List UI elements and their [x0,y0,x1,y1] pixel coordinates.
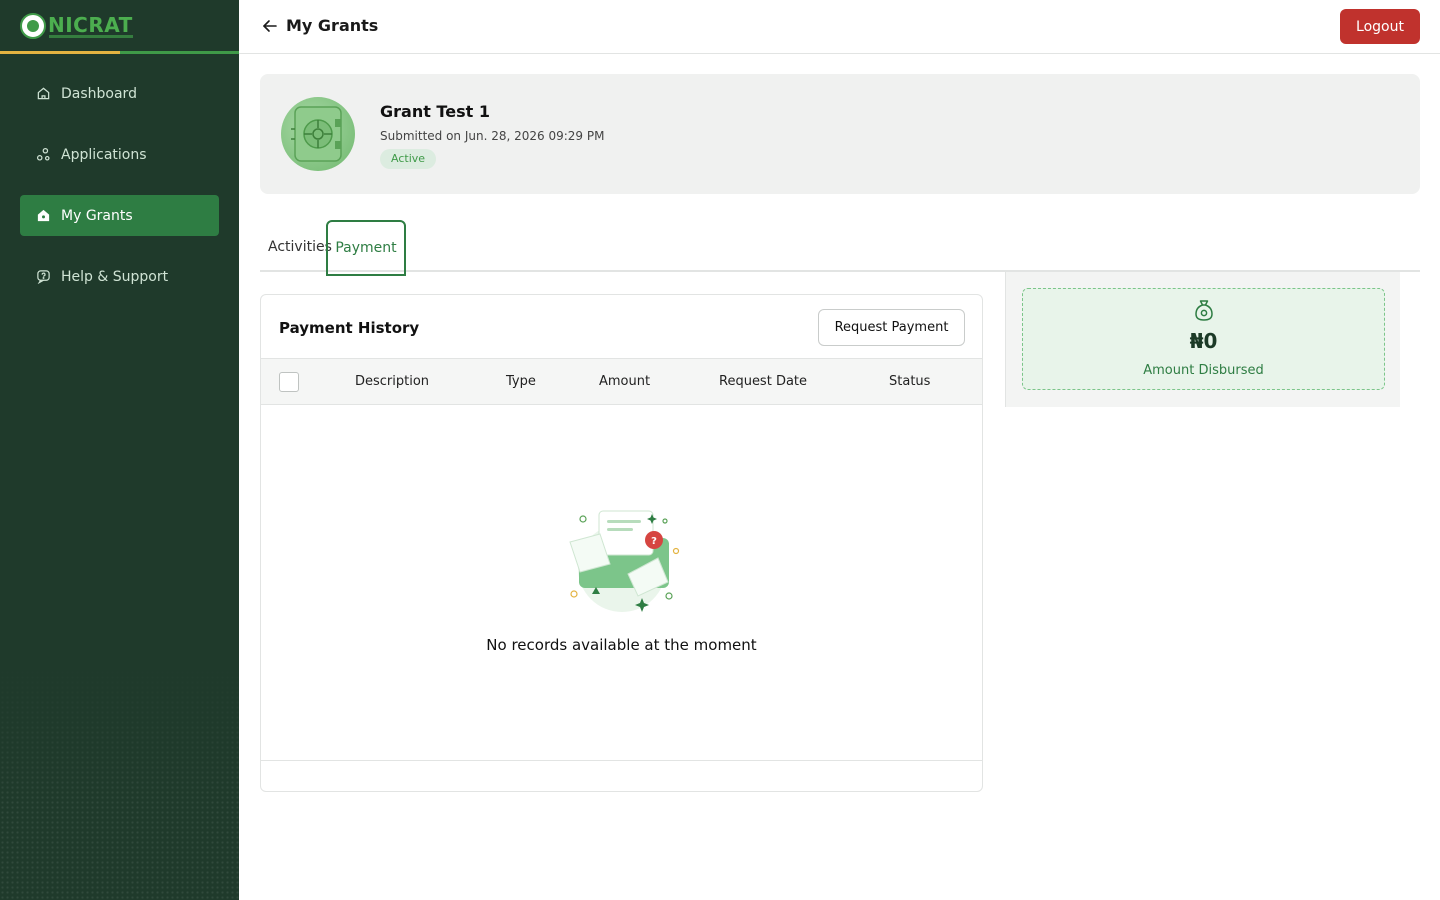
amount-disbursed-card: ₦0 Amount Disbursed [1022,288,1385,390]
sidebar-nav: Dashboard Applications My Grants Help & … [20,73,219,317]
status-badge: Active [380,149,437,169]
table-header: Description Type Amount Request Date Sta… [261,358,982,405]
column-header-request-date[interactable]: Request Date [719,374,807,389]
payment-history-panel: Payment History Request Payment Descript… [260,294,983,792]
sidebar-item-my-grants[interactable]: My Grants [20,195,219,236]
top-bar: My Grants Logout [239,0,1440,54]
nodes-icon [36,147,50,161]
help-icon [37,270,50,284]
amount-disbursed-value: ₦0 [1189,329,1218,353]
sidebar-item-label: Dashboard [61,85,137,102]
sidebar-item-help-support[interactable]: Help & Support [20,256,219,297]
grant-submitted-date: Submitted on Jun. 28, 2026 09:29 PM [380,129,605,143]
logo[interactable]: NICRAT [0,0,239,54]
sidebar-item-label: Help & Support [61,268,169,285]
column-header-type[interactable]: Type [506,374,536,389]
sidebar-item-label: My Grants [61,207,133,224]
request-payment-button[interactable]: Request Payment [818,309,965,346]
tab-payment[interactable]: Payment [326,220,406,276]
logo-tagline-line [49,35,133,38]
logo-text: NICRAT [48,13,133,37]
money-bag-icon [1195,300,1213,321]
empty-state-message: No records available at the moment [486,636,757,654]
logo-emblem-icon [20,13,46,39]
sidebar-item-applications[interactable]: Applications [20,134,219,175]
logo-underline-green [120,51,239,54]
column-header-description[interactable]: Description [355,374,429,389]
arrow-left-icon[interactable] [261,17,279,35]
page-title: My Grants [286,16,379,35]
grant-icon [37,209,50,222]
column-header-status[interactable]: Status [889,374,930,389]
sidebar: NICRAT Dashboard Applications My Grants … [0,0,239,900]
payment-history-title: Payment History [279,319,420,337]
home-icon [37,87,50,100]
table-footer-divider [261,760,982,761]
grant-avatar [281,97,355,171]
amount-disbursed-label: Amount Disbursed [1143,363,1264,378]
vault-icon [291,106,342,162]
empty-state-illustration: ? [569,510,680,612]
sidebar-item-dashboard[interactable]: Dashboard [20,73,219,114]
svg-text:?: ? [651,536,657,547]
tab-bar: Activities Payment [260,220,1420,276]
sidebar-item-label: Applications [61,146,147,163]
logo-underline-gold [0,51,120,54]
grant-title: Grant Test 1 [380,102,490,121]
disbursed-summary-panel: ₦0 Amount Disbursed [1005,272,1400,407]
column-header-amount[interactable]: Amount [599,374,650,389]
sidebar-dot-pattern [0,660,239,900]
tab-activities[interactable]: Activities [268,220,332,272]
select-all-checkbox[interactable] [279,372,299,392]
grant-summary-card: Grant Test 1 Submitted on Jun. 28, 2026 … [260,74,1420,194]
logout-button[interactable]: Logout [1340,9,1420,44]
